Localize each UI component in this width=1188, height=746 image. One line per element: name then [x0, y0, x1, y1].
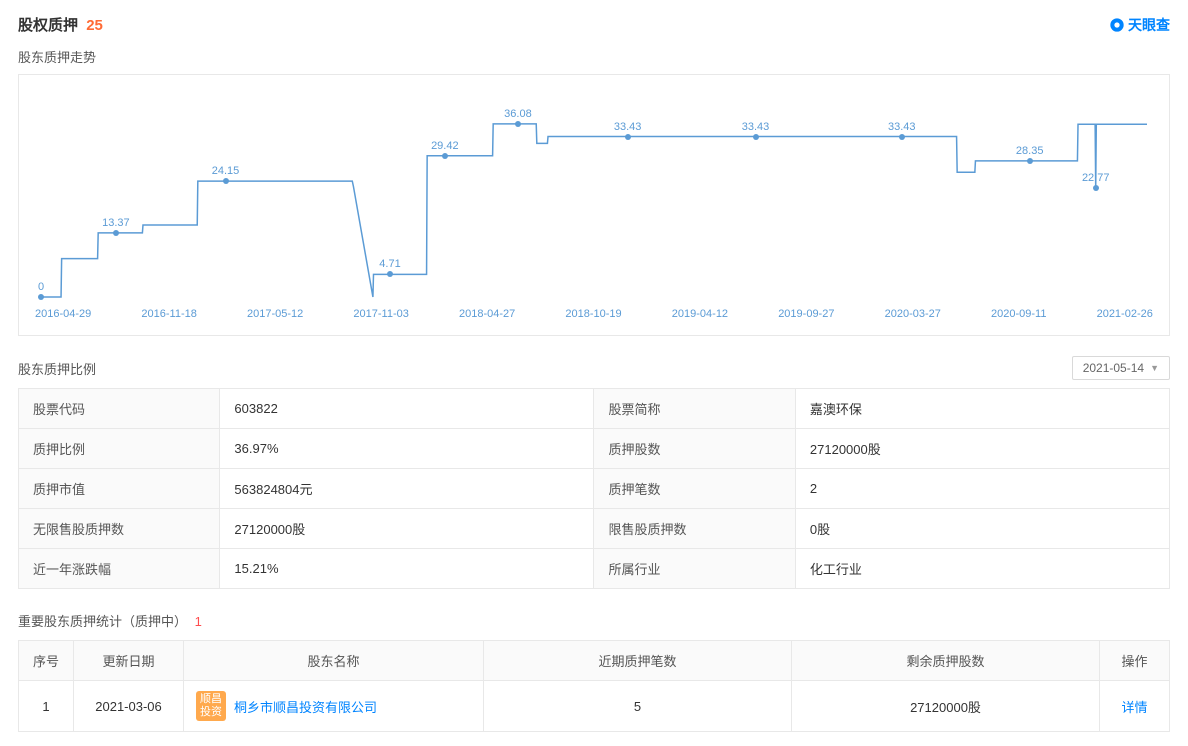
cell-idx: 1 — [19, 681, 74, 732]
chart-point-label: 33.43 — [888, 121, 916, 133]
stats-title-text: 重要股东质押统计（质押中） — [18, 614, 187, 629]
chevron-down-icon: ▼ — [1150, 363, 1159, 373]
chart-point-label: 24.15 — [212, 165, 240, 177]
chart-point-label: 0 — [38, 281, 44, 293]
eye-icon — [1109, 17, 1125, 33]
x-tick: 2016-04-29 — [35, 308, 91, 320]
ratio-val: 603822 — [220, 389, 594, 429]
x-tick: 2017-11-03 — [353, 308, 408, 320]
x-tick: 2017-05-12 — [247, 308, 303, 320]
chart-svg — [31, 85, 1157, 305]
date-dropdown[interactable]: 2021-05-14 ▼ — [1072, 356, 1170, 380]
brand-logo[interactable]: 天眼查 — [1109, 15, 1170, 35]
x-tick: 2018-10-19 — [565, 308, 621, 320]
col-name: 股东名称 — [184, 641, 484, 681]
cell-name: 顺昌投资桐乡市顺昌投资有限公司 — [184, 681, 484, 732]
chart-point-label: 29.42 — [431, 140, 459, 152]
page-title: 股权质押 25 — [18, 14, 103, 35]
ratio-val: 15.21% — [220, 549, 594, 589]
chart-point — [515, 121, 521, 127]
ratio-key: 无限售股质押数 — [19, 509, 220, 549]
chart-point — [442, 153, 448, 159]
x-tick: 2021-02-26 — [1097, 308, 1153, 320]
stats-title: 重要股东质押统计（质押中） 1 — [18, 611, 1170, 630]
x-tick: 2019-04-12 — [672, 308, 728, 320]
table-row: 12021-03-06顺昌投资桐乡市顺昌投资有限公司527120000股详情 — [19, 681, 1170, 732]
ratio-key: 近一年涨跌幅 — [19, 549, 220, 589]
ratio-key: 股票简称 — [594, 389, 795, 429]
col-date: 更新日期 — [74, 641, 184, 681]
title-count: 25 — [86, 17, 103, 34]
ratio-key: 质押笔数 — [594, 469, 795, 509]
ratio-key: 限售股质押数 — [594, 509, 795, 549]
chart-point-label: 36.08 — [504, 108, 532, 120]
ratio-val: 2 — [795, 469, 1169, 509]
ratio-val: 27120000股 — [220, 509, 594, 549]
chart-point — [1027, 158, 1033, 164]
cell-remain: 27120000股 — [792, 681, 1100, 732]
chart-point — [387, 271, 393, 277]
trend-chart: 0 13.37 24.15 4.71 29.42 36.08 33.43 33.43 33.43… — [18, 74, 1170, 336]
x-tick: 2020-09-11 — [991, 308, 1046, 320]
cell-recent: 5 — [484, 681, 792, 732]
chart-point-label: 28.35 — [1016, 145, 1044, 157]
chart-point — [38, 294, 44, 300]
stats-table: 序号 更新日期 股东名称 近期质押笔数 剩余质押股数 操作 12021-03-0… — [18, 640, 1170, 732]
date-selected: 2021-05-14 — [1083, 361, 1144, 375]
chart-area: 0 13.37 24.15 4.71 29.42 36.08 33.43 33.43 33.43… — [31, 85, 1157, 305]
col-op: 操作 — [1100, 641, 1170, 681]
chart-point — [753, 134, 759, 140]
ratio-val: 0股 — [795, 509, 1169, 549]
detail-link[interactable]: 详情 — [1121, 700, 1147, 715]
col-recent: 近期质押笔数 — [484, 641, 792, 681]
ratio-key: 质押比例 — [19, 429, 220, 469]
ratio-val: 27120000股 — [795, 429, 1169, 469]
ratio-val: 36.97% — [220, 429, 594, 469]
brand-text: 天眼查 — [1128, 15, 1170, 35]
company-link[interactable]: 桐乡市顺昌投资有限公司 — [234, 697, 377, 716]
ratio-key: 股票代码 — [19, 389, 220, 429]
ratio-key: 所属行业 — [594, 549, 795, 589]
title-text: 股权质押 — [18, 17, 78, 34]
chart-point-label: 13.37 — [102, 217, 130, 229]
chart-point-label: 33.43 — [614, 121, 642, 133]
ratio-val: 563824804元 — [220, 469, 594, 509]
chart-point — [1093, 185, 1099, 191]
ratio-key: 质押股数 — [594, 429, 795, 469]
ratio-table: 股票代码603822股票简称嘉澳环保质押比例36.97%质押股数27120000… — [18, 388, 1170, 589]
chart-x-axis: 2016-04-29 2016-11-18 2017-05-12 2017-11-03… — [31, 308, 1157, 320]
x-tick: 2019-09-27 — [778, 308, 834, 320]
x-tick: 2016-11-18 — [141, 308, 196, 320]
x-tick: 2018-04-27 — [459, 308, 515, 320]
stats-count: 1 — [195, 614, 202, 629]
cell-op: 详情 — [1100, 681, 1170, 732]
chart-point — [899, 134, 905, 140]
cell-date: 2021-03-06 — [74, 681, 184, 732]
col-remain: 剩余质押股数 — [792, 641, 1100, 681]
chart-point-label: 4.71 — [379, 258, 400, 270]
ratio-key: 质押市值 — [19, 469, 220, 509]
company-logo-icon: 顺昌投资 — [196, 691, 226, 721]
chart-point — [625, 134, 631, 140]
chart-point — [113, 230, 119, 236]
ratio-val: 化工行业 — [795, 549, 1169, 589]
col-idx: 序号 — [19, 641, 74, 681]
ratio-val: 嘉澳环保 — [795, 389, 1169, 429]
trend-subtitle: 股东质押走势 — [18, 47, 1170, 66]
x-tick: 2020-03-27 — [885, 308, 941, 320]
ratio-title: 股东质押比例 — [18, 359, 96, 378]
chart-point-label: 33.43 — [742, 121, 770, 133]
page-header: 股权质押 25 天眼查 — [18, 14, 1170, 35]
chart-point-label: 22.77 — [1082, 172, 1110, 184]
chart-point — [223, 178, 229, 184]
